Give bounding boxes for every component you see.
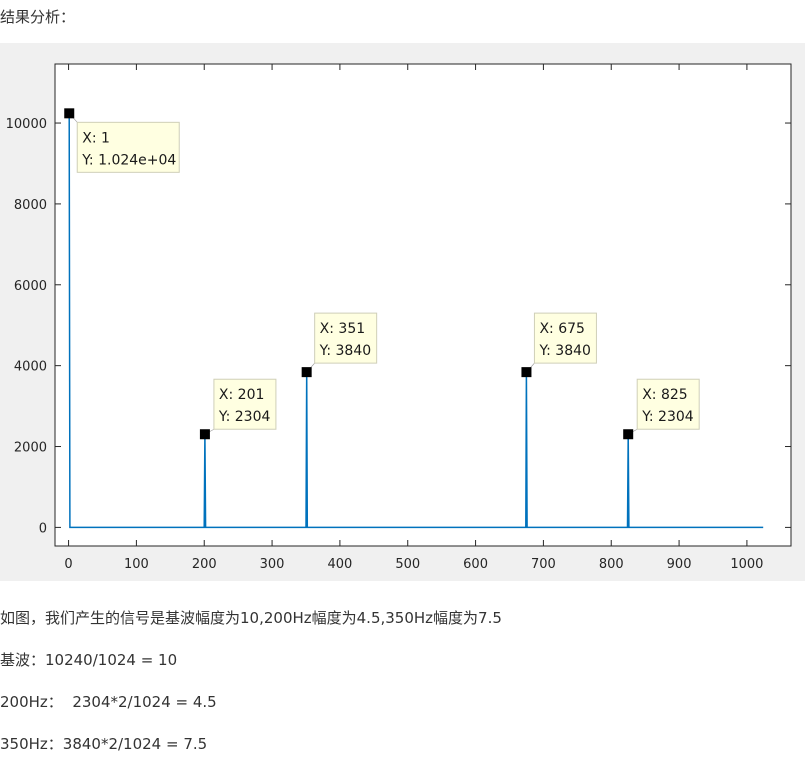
datatip-y-text: Y: 2304 — [218, 409, 271, 425]
datatip-y-text: Y: 3840 — [538, 343, 591, 359]
datatip-marker — [64, 108, 75, 119]
datatip-marker — [301, 367, 312, 378]
datatip-x-text: X: 675 — [539, 321, 584, 337]
fundamental-calculation: 基波：10240/1024 = 10 — [0, 651, 178, 669]
x-tick-label: 800 — [599, 557, 624, 572]
datatip-marker — [199, 429, 210, 440]
datatip-marker — [623, 429, 634, 440]
x-tick-label: 100 — [124, 557, 149, 572]
datatip-marker — [521, 367, 532, 378]
datatip-x-text: X: 1 — [82, 130, 110, 146]
y-tick-label: 4000 — [14, 360, 47, 375]
section-heading: 结果分析： — [0, 8, 76, 26]
x-tick-label: 900 — [667, 557, 692, 572]
y-tick-label: 0 — [39, 521, 47, 536]
x-tick-label: 600 — [463, 557, 488, 572]
datatip-x-text: X: 825 — [642, 387, 687, 403]
datatip-y-text: Y: 2304 — [641, 409, 694, 425]
y-tick-label: 8000 — [14, 198, 47, 213]
x-tick-label: 0 — [64, 557, 72, 572]
y-tick-label: 2000 — [14, 441, 47, 456]
analysis-paragraph: 如图，我们产生的信号是基波幅度为10,200Hz幅度为4.5,350Hz幅度为7… — [0, 609, 502, 627]
datatip-y-text: Y: 1.024e+04 — [81, 152, 176, 168]
x-tick-label: 500 — [395, 557, 420, 572]
datatip-x-text: X: 201 — [219, 387, 264, 403]
x-tick-label: 700 — [531, 557, 556, 572]
figure-panel: 0 100 200 300 400 500 600 700 800 900 1000 0 2000 400… — [0, 43, 805, 581]
calc-200hz: 200Hz： 2304*2/1024 = 4.5 — [0, 693, 217, 711]
x-tick-label: 1000 — [730, 557, 763, 572]
datatip-y-text: Y: 3840 — [319, 343, 372, 359]
y-tick-label: 10000 — [6, 117, 47, 132]
spectrum-plot: 0 100 200 300 400 500 600 700 800 900 100002000400… — [6, 63, 792, 572]
x-tick-label: 300 — [260, 557, 285, 572]
calc-350hz: 350Hz：3840*2/1024 = 7.5 — [0, 735, 208, 753]
x-tick-label: 200 — [192, 557, 217, 572]
datatip-x-text: X: 351 — [320, 321, 365, 337]
x-tick-label: 400 — [327, 557, 352, 572]
y-tick-label: 6000 — [14, 279, 47, 294]
